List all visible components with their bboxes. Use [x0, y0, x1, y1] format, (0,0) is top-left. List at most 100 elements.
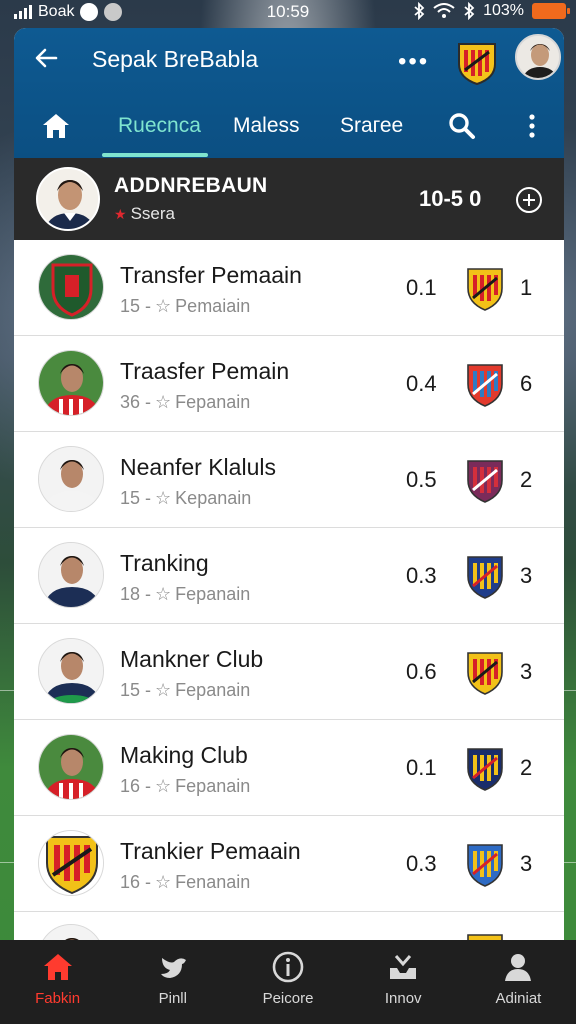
club-crest-icon — [466, 362, 504, 408]
featured-avatar — [36, 167, 100, 231]
item-rank: 3 — [520, 659, 533, 684]
player-avatar — [38, 542, 104, 608]
club-crest-icon — [466, 842, 504, 888]
item-title: Making Club — [120, 742, 248, 768]
item-title: Trankier Pemaain — [120, 838, 301, 864]
nav-item-peicore[interactable]: Peicore — [230, 940, 345, 1024]
item-meta: 18 - ☆ Fepanain — [120, 584, 251, 604]
item-title: Tranking — [120, 550, 209, 576]
item-rank: 2 — [520, 467, 533, 492]
nav-label: Peicore — [262, 990, 314, 1007]
star-outline-icon: ☆ — [155, 680, 172, 700]
battery-icon — [532, 3, 570, 19]
player-avatar — [38, 924, 104, 940]
list-item[interactable]: Making Club 16 - ☆ Fepanain 0.1 2 — [14, 720, 564, 816]
list-item[interactable]: Traasfer Pemain 36 - ☆ Fepanain 0.4 6 — [14, 336, 564, 432]
ellipsis-icon[interactable]: ••• — [398, 48, 429, 76]
item-value: 0.3 — [406, 851, 437, 876]
item-value: 0.6 — [406, 659, 437, 684]
person-icon — [501, 950, 535, 984]
player-avatar — [38, 830, 104, 896]
item-rank: 3 — [520, 851, 533, 876]
nav-item-adiniat[interactable]: Adiniat — [461, 940, 576, 1024]
status-bar: Boak 10:59 103% — [0, 0, 576, 24]
list-item[interactable]: Tranking 18 - ☆ Fepanain 0.3 3 — [14, 528, 564, 624]
list-item[interactable]: Mankner Club 15 - ☆ Fepanain 0.6 3 — [14, 624, 564, 720]
list-item[interactable]: Trankier Pemaain 16 - ☆ Fenanain 0.3 3 — [14, 816, 564, 912]
item-title: Neanfer Klaluls — [120, 454, 276, 480]
player-avatar — [38, 254, 104, 320]
item-rank: 6 — [520, 371, 533, 396]
info-icon — [271, 950, 305, 984]
user-avatar[interactable] — [515, 34, 561, 80]
home-icon — [41, 950, 75, 984]
bottom-navigation: Fabkin Pinll Peicore Innov Adiniat — [0, 940, 576, 1024]
active-tab-indicator — [102, 153, 208, 157]
kebab-menu-icon[interactable] — [522, 112, 542, 140]
club-crest-icon — [466, 932, 504, 940]
list-item[interactable]: Neanfer Klaluls 15 - ☆ Kepanain 0.5 2 — [14, 432, 564, 528]
list-item-partial[interactable] — [14, 912, 564, 940]
item-meta: 15 - ☆ Fepanain — [120, 680, 251, 700]
nav-label: Adiniat — [495, 990, 542, 1007]
tab-ruecnca[interactable]: Ruecnca — [118, 114, 201, 138]
nav-item-fabkin[interactable]: Fabkin — [0, 940, 115, 1024]
featured-subtitle: ★ Ssera — [114, 204, 175, 223]
item-value: 0.4 — [406, 371, 437, 396]
nav-item-innov[interactable]: Innov — [346, 940, 461, 1024]
app-header: Sepak BreBabla ••• Ruecnca Maless Srагее — [14, 28, 564, 158]
bluetooth-icon — [464, 2, 475, 20]
home-icon[interactable] — [40, 110, 72, 142]
page-title: Sepak BreBabla — [92, 46, 259, 72]
item-title: Traasfer Pemain — [120, 358, 290, 384]
item-title: Transfer Pemaain — [120, 262, 302, 288]
tab-maless[interactable]: Maless — [233, 114, 300, 138]
star-outline-icon: ☆ — [155, 392, 172, 412]
add-circle-icon[interactable] — [516, 187, 542, 213]
tab-bar: Ruecnca Maless Srагее — [14, 100, 564, 158]
nav-label: Fabkin — [35, 990, 81, 1007]
item-value: 0.5 — [406, 467, 437, 492]
back-arrow-icon[interactable] — [32, 44, 60, 72]
item-meta: 16 - ☆ Fepanain — [120, 776, 251, 796]
club-crest-icon — [466, 266, 504, 312]
item-meta: 16 - ☆ Fenanain — [120, 872, 251, 892]
item-title: Mankner Club — [120, 646, 264, 672]
item-rank: 2 — [520, 755, 533, 780]
star-outline-icon: ☆ — [155, 776, 172, 796]
item-value: 0.3 — [406, 563, 437, 588]
gear-icon[interactable] — [446, 110, 476, 140]
player-avatar — [38, 446, 104, 512]
player-list: Transfer Pemaain 15 - ☆ Pemaiain 0.1 1 Tra… — [14, 240, 564, 940]
item-rank: 1 — [520, 275, 533, 300]
star-outline-icon: ☆ — [155, 584, 172, 604]
tab-sragee[interactable]: Srагее — [340, 114, 403, 138]
featured-score: 10-5 0 — [419, 186, 482, 211]
player-avatar — [38, 350, 104, 416]
star-icon: ★ — [114, 206, 127, 222]
nav-label: Innov — [384, 990, 422, 1007]
nav-item-pinll[interactable]: Pinll — [115, 940, 230, 1024]
item-value: 0.1 — [406, 275, 437, 300]
club-crest-icon — [466, 458, 504, 504]
item-meta: 36 - ☆ Fepanain — [120, 392, 251, 412]
star-outline-icon: ☆ — [155, 872, 172, 892]
club-crest-icon — [466, 650, 504, 696]
featured-name: ADDNREBAUN — [114, 174, 268, 197]
player-avatar — [38, 638, 104, 704]
featured-player-card[interactable]: ADDNREBAUN ★ Ssera 10-5 0 — [14, 158, 564, 240]
item-rank: 3 — [520, 563, 533, 588]
list-item[interactable]: Transfer Pemaain 15 - ☆ Pemaiain 0.1 1 — [14, 240, 564, 336]
club-crest-icon[interactable] — [457, 40, 497, 86]
item-value: 0.1 — [406, 755, 437, 780]
battery-percent: 103% — [483, 2, 524, 19]
club-crest-icon — [466, 554, 504, 600]
player-avatar — [38, 734, 104, 800]
bird-icon — [156, 950, 190, 984]
wifi-icon — [433, 3, 455, 18]
item-meta: 15 - ☆ Kepanain — [120, 488, 252, 508]
app-window: Sepak BreBabla ••• Ruecnca Maless Srагее — [14, 28, 564, 940]
nav-label: Pinll — [158, 990, 187, 1007]
star-outline-icon: ☆ — [155, 488, 172, 508]
item-meta: 15 - ☆ Pemaiain — [120, 296, 251, 316]
